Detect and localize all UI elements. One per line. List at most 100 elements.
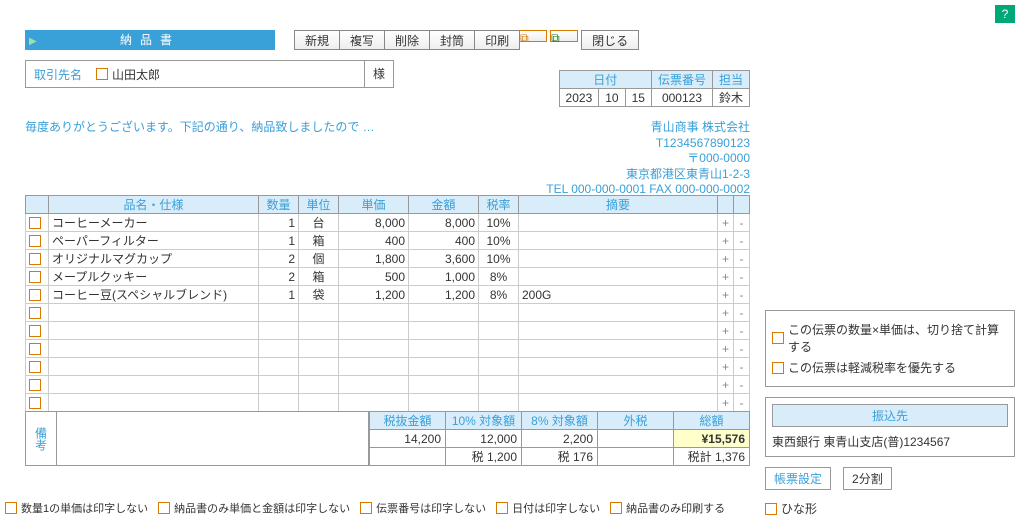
- table-row[interactable]: メープルクッキー2箱5001,0008%+-: [26, 268, 750, 286]
- client-picker-icon[interactable]: [96, 68, 108, 80]
- row-remove-button[interactable]: -: [734, 232, 750, 250]
- row-picker-icon[interactable]: [29, 217, 41, 229]
- print-button[interactable]: 印刷: [474, 30, 520, 50]
- table-row[interactable]: コーヒーメーカー1台8,0008,00010%+-: [26, 214, 750, 232]
- date-year[interactable]: 2023: [559, 89, 599, 107]
- opt2-check[interactable]: [772, 362, 784, 374]
- cell-tax[interactable]: 8%: [479, 268, 519, 286]
- copy-button[interactable]: 複写: [339, 30, 385, 50]
- dup-icon-button[interactable]: ⧉: [519, 30, 547, 42]
- client-box[interactable]: 取引先名 山田太郎: [25, 60, 365, 88]
- row-add-button[interactable]: +: [718, 214, 734, 232]
- row-add-button[interactable]: +: [718, 358, 734, 376]
- table-row[interactable]: オリジナルマグカップ2個1,8003,60010%+-: [26, 250, 750, 268]
- dup2-icon-button[interactable]: ⧉: [550, 30, 578, 42]
- row-picker-icon[interactable]: [29, 253, 41, 265]
- envelope-button[interactable]: 封筒: [429, 30, 475, 50]
- row-add-button[interactable]: +: [718, 304, 734, 322]
- form-settings-button[interactable]: 帳票設定: [765, 467, 831, 490]
- row-remove-button[interactable]: -: [734, 250, 750, 268]
- row-picker-icon[interactable]: [29, 271, 41, 283]
- f1-check[interactable]: [5, 502, 17, 514]
- cell-price[interactable]: 400: [339, 232, 409, 250]
- cell-qty[interactable]: 2: [259, 250, 299, 268]
- row-remove-button[interactable]: -: [734, 358, 750, 376]
- table-row[interactable]: ペーパーフィルター1箱40040010%+-: [26, 232, 750, 250]
- row-remove-button[interactable]: -: [734, 376, 750, 394]
- cell-price[interactable]: 1,800: [339, 250, 409, 268]
- row-add-button[interactable]: +: [718, 232, 734, 250]
- f4-check[interactable]: [496, 502, 508, 514]
- table-row-empty[interactable]: +-: [26, 322, 750, 340]
- f3-check[interactable]: [360, 502, 372, 514]
- cell-name[interactable]: コーヒーメーカー: [49, 214, 259, 232]
- cell-unit[interactable]: 個: [299, 250, 339, 268]
- cell-tax[interactable]: 10%: [479, 250, 519, 268]
- cell-note[interactable]: [519, 250, 718, 268]
- date-day[interactable]: 15: [625, 89, 651, 107]
- row-picker-icon[interactable]: [29, 235, 41, 247]
- row-add-button[interactable]: +: [718, 376, 734, 394]
- row-remove-button[interactable]: -: [734, 394, 750, 412]
- row-picker-icon[interactable]: [29, 397, 41, 409]
- cell-price[interactable]: 1,200: [339, 286, 409, 304]
- date-month[interactable]: 10: [599, 89, 625, 107]
- delete-button[interactable]: 削除: [384, 30, 430, 50]
- row-add-button[interactable]: +: [718, 286, 734, 304]
- row-remove-button[interactable]: -: [734, 268, 750, 286]
- row-remove-button[interactable]: -: [734, 340, 750, 358]
- row-add-button[interactable]: +: [718, 250, 734, 268]
- row-add-button[interactable]: +: [718, 394, 734, 412]
- row-picker-icon[interactable]: [29, 325, 41, 337]
- row-add-button[interactable]: +: [718, 322, 734, 340]
- cell-name[interactable]: ペーパーフィルター: [49, 232, 259, 250]
- close-button[interactable]: 閉じる: [581, 30, 639, 50]
- cell-qty[interactable]: 1: [259, 286, 299, 304]
- cell-qty[interactable]: 2: [259, 268, 299, 286]
- cell-note[interactable]: [519, 214, 718, 232]
- remarks-body[interactable]: [57, 411, 369, 466]
- staff-name[interactable]: 鈴木: [712, 89, 749, 107]
- row-remove-button[interactable]: -: [734, 214, 750, 232]
- f5-check[interactable]: [610, 502, 622, 514]
- row-picker-icon[interactable]: [29, 307, 41, 319]
- table-row-empty[interactable]: +-: [26, 394, 750, 412]
- cell-name[interactable]: メープルクッキー: [49, 268, 259, 286]
- table-row-empty[interactable]: +-: [26, 340, 750, 358]
- row-picker-icon[interactable]: [29, 379, 41, 391]
- table-row-empty[interactable]: +-: [26, 376, 750, 394]
- cell-unit[interactable]: 箱: [299, 268, 339, 286]
- cell-qty[interactable]: 1: [259, 232, 299, 250]
- row-picker-icon[interactable]: [29, 289, 41, 301]
- table-row[interactable]: コーヒー豆(スペシャルブレンド)1袋1,2001,2008%200G+-: [26, 286, 750, 304]
- cell-unit[interactable]: 台: [299, 214, 339, 232]
- table-row-empty[interactable]: +-: [26, 304, 750, 322]
- slip-no[interactable]: 000123: [651, 89, 712, 107]
- cell-unit[interactable]: 箱: [299, 232, 339, 250]
- cell-tax[interactable]: 10%: [479, 232, 519, 250]
- cell-price[interactable]: 500: [339, 268, 409, 286]
- cell-unit[interactable]: 袋: [299, 286, 339, 304]
- row-add-button[interactable]: +: [718, 268, 734, 286]
- cell-note[interactable]: 200G: [519, 286, 718, 304]
- table-row-empty[interactable]: +-: [26, 358, 750, 376]
- template-check[interactable]: [765, 503, 777, 515]
- cell-tax[interactable]: 10%: [479, 214, 519, 232]
- row-remove-button[interactable]: -: [734, 304, 750, 322]
- cell-note[interactable]: [519, 268, 718, 286]
- cell-tax[interactable]: 8%: [479, 286, 519, 304]
- cell-qty[interactable]: 1: [259, 214, 299, 232]
- f2-check[interactable]: [158, 502, 170, 514]
- cell-name[interactable]: コーヒー豆(スペシャルブレンド): [49, 286, 259, 304]
- split-select[interactable]: 2分割: [843, 467, 892, 490]
- opt1-check[interactable]: [772, 332, 784, 344]
- cell-price[interactable]: 8,000: [339, 214, 409, 232]
- new-button[interactable]: 新規: [294, 30, 340, 50]
- row-remove-button[interactable]: -: [734, 286, 750, 304]
- row-picker-icon[interactable]: [29, 343, 41, 355]
- cell-name[interactable]: オリジナルマグカップ: [49, 250, 259, 268]
- row-picker-icon[interactable]: [29, 361, 41, 373]
- row-remove-button[interactable]: -: [734, 322, 750, 340]
- cell-note[interactable]: [519, 232, 718, 250]
- row-add-button[interactable]: +: [718, 340, 734, 358]
